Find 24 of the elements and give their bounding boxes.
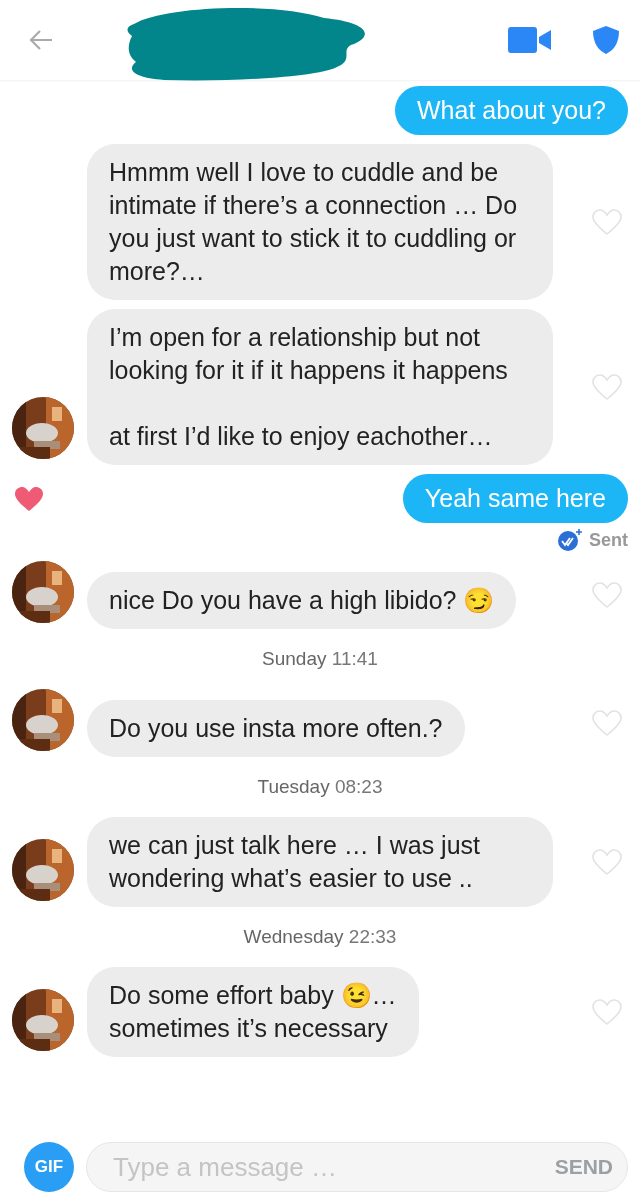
heart-icon[interactable] [592, 582, 622, 608]
message-bubble: Hmmm well I love to cuddle and be intimate if there’s a connection … Do you just want to stick it to cuddling or more?… [87, 144, 553, 300]
message-bubble: What about you? [395, 86, 628, 135]
gif-button[interactable]: GIF [24, 1142, 74, 1192]
message-bubble: Do you use insta more often.? [87, 700, 465, 757]
message-bubble: we can just talk here … I was just wondering what’s easier to use .. [87, 817, 553, 907]
timestamp: Wednesday 22:33 [242, 926, 398, 948]
video-camera-icon[interactable] [508, 26, 552, 54]
message-bubble: I’m open for a relationship but not looking for it if it happens it happens at first I’d like to enjoy eachother… [87, 309, 553, 465]
timestamp: Tuesday 08:23 [256, 776, 384, 798]
heart-icon[interactable] [592, 710, 622, 736]
timestamp: Sunday 11:41 [261, 648, 379, 670]
shield-icon[interactable] [592, 25, 620, 55]
message-bubble: Yeah same here [402, 474, 628, 523]
message-bubble: Do some effort baby 😉… sometimes it’s necessary [87, 967, 419, 1057]
sent-status: Sent [589, 529, 628, 551]
send-button[interactable]: SEND [554, 1155, 613, 1179]
message-bubble: nice Do you have a high libido? 😏 [87, 572, 517, 629]
heart-icon[interactable] [592, 209, 622, 235]
heart-icon[interactable] [592, 999, 622, 1025]
back-arrow-icon[interactable] [28, 29, 54, 51]
heart-icon[interactable] [592, 374, 622, 400]
heart-icon[interactable] [592, 849, 622, 875]
sent-check-icon [557, 528, 583, 552]
